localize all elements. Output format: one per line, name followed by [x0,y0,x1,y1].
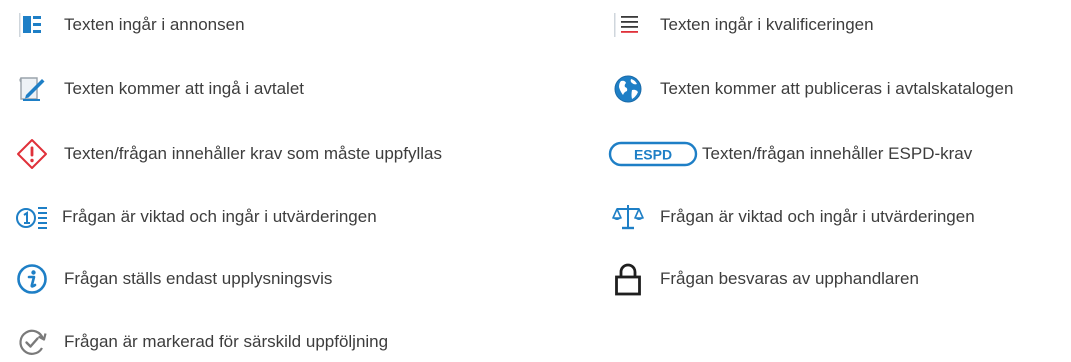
legend-label: Frågan är markerad för särskild uppföljn… [64,332,389,351]
legend-item-lock: Frågan besvaras av upphandlaren [608,259,919,299]
espd-badge-text: ESPD [634,147,672,163]
legend-item-avtal: Texten kommer att ingå i avtalet [12,69,304,109]
legend-label: Texten kommer att publiceras i avtalskat… [660,79,1014,98]
legend-label: Texten/frågan innehåller krav som måste … [64,144,442,163]
legend-label: Frågan är viktad och ingår i utvärdering… [660,207,975,226]
legend-item-krav: Texten/frågan innehåller krav som måste … [12,134,442,174]
legend-label: Texten/frågan innehåller ESPD-krav [702,144,973,163]
espd-badge-icon: ESPD [608,134,700,174]
weighted-number-icon [12,197,52,237]
legend-item-espd: ESPD Texten/frågan innehåller ESPD-krav [608,134,972,174]
globe-icon [608,69,648,109]
legend-label: Frågan ställs endast upplysningsvis [64,269,333,288]
lock-icon [608,259,648,299]
legend-label: Texten ingår i annonsen [64,15,245,34]
qualification-lines-icon [608,5,648,45]
scale-icon [608,197,648,237]
followup-check-icon [12,322,52,362]
info-icon [12,259,52,299]
legend-label: Frågan är viktad och ingår i utvärdering… [62,207,377,226]
legend-label: Texten kommer att ingå i avtalet [64,79,305,98]
legend-label: Frågan besvaras av upphandlaren [660,269,919,288]
legend-item-info: Frågan ställs endast upplysningsvis [12,259,332,299]
legend-label: Texten ingår i kvalificeringen [660,15,874,34]
legend-item-avtalskatalog: Texten kommer att publiceras i avtalskat… [608,69,1013,109]
annons-icon [12,5,52,45]
requirement-warning-icon [12,134,52,174]
legend-item-viktad: Frågan är viktad och ingår i utvärdering… [12,197,377,237]
legend-item-kvalificering: Texten ingår i kvalificeringen [608,5,874,45]
contract-edit-icon [12,69,52,109]
legend-item-scale: Frågan är viktad och ingår i utvärdering… [608,197,975,237]
legend-item-uppfoljning: Frågan är markerad för särskild uppföljn… [12,322,388,362]
icon-legend: Texten ingår i annonsen Texten kommer at… [0,0,1071,362]
legend-item-annons: Texten ingår i annonsen [12,5,245,45]
